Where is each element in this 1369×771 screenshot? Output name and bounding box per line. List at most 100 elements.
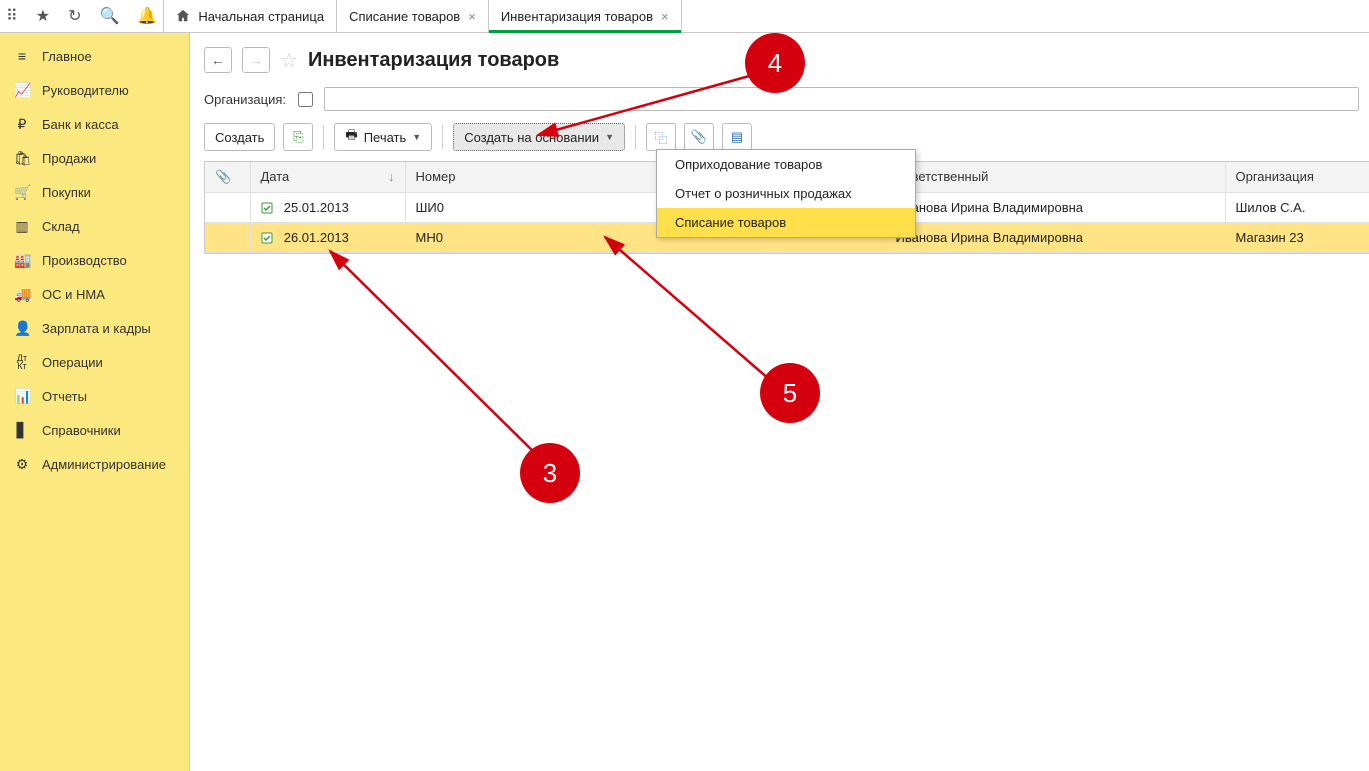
toolbar-separator — [442, 125, 443, 149]
org-input[interactable] — [324, 87, 1359, 111]
sidebar-item-label: Отчеты — [42, 389, 87, 404]
close-icon[interactable]: × — [468, 9, 476, 24]
chevron-down-icon: ▼ — [605, 132, 614, 142]
bell-icon[interactable]: 🔔 — [137, 6, 157, 26]
truck-icon: 🚚 — [14, 286, 30, 302]
sidebar-item-label: Покупки — [42, 185, 91, 200]
create-based-on-menu: Оприходование товаров Отчет о розничных … — [656, 149, 916, 238]
top-bar: ⠿ ★ ↻ 🔍 🔔 Начальная страница Списание то… — [0, 0, 1369, 33]
sidebar-item-label: Главное — [42, 49, 92, 64]
chart-icon: 📈 — [14, 82, 30, 98]
create-button[interactable]: Создать — [204, 123, 275, 151]
sidebar-item-catalogs[interactable]: ▋Справочники — [0, 413, 189, 447]
dkkt-icon: ДтКт — [14, 354, 30, 370]
menu-item-label: Отчет о розничных продажах — [675, 186, 852, 201]
col-header-org-label: Организация — [1236, 169, 1314, 184]
tab-home[interactable]: Начальная страница — [164, 0, 337, 32]
apps-icon[interactable]: ⠿ — [6, 6, 18, 26]
doc-posted-icon — [261, 232, 277, 244]
sidebar-item-bank[interactable]: ₽Банк и касса — [0, 107, 189, 141]
bag-icon: 🛍 — [14, 150, 30, 166]
cell-date: 25.01.2013 — [284, 200, 349, 215]
sidebar-item-sales[interactable]: 🛍 Продажи — [0, 141, 189, 175]
sidebar-item-label: Склад — [42, 219, 80, 234]
toolbar: Создать ⎘ 🖶Печать▼ Создать на основании▼… — [204, 123, 1369, 151]
col-header-clip[interactable]: 📎 — [205, 162, 250, 192]
menu-item-label: Списание товаров — [675, 215, 786, 230]
favorite-icon[interactable]: ★ — [36, 6, 50, 26]
sidebar-item-manager[interactable]: 📈Руководителю — [0, 73, 189, 107]
cart-icon: 🛒 — [14, 184, 30, 200]
sidebar-item-warehouse[interactable]: ▥Склад — [0, 209, 189, 243]
annotation-bubble-5: 5 — [760, 363, 820, 423]
close-icon[interactable]: × — [661, 9, 669, 24]
col-header-number-label: Номер — [416, 169, 456, 184]
menu-item-receipt[interactable]: Оприходование товаров — [657, 150, 915, 179]
sidebar-item-label: Администрирование — [42, 457, 166, 472]
sort-asc-icon: ↓ — [388, 169, 395, 184]
sidebar-item-label: Зарплата и кадры — [42, 321, 151, 336]
annotation-label: 4 — [768, 48, 782, 79]
toolbar-separator — [323, 125, 324, 149]
gear-icon: ⚙ — [14, 456, 30, 472]
create-based-on-label: Создать на основании — [464, 130, 599, 145]
related-docs-button[interactable]: ⿻ — [646, 123, 676, 151]
sidebar-item-hr[interactable]: 👤Зарплата и кадры — [0, 311, 189, 345]
sidebar-item-purchases[interactable]: 🛒 Покупки — [0, 175, 189, 209]
print-button[interactable]: 🖶Печать▼ — [334, 123, 432, 151]
cell-responsible: Иванова Ирина Владимировна — [885, 222, 1225, 252]
print-button-label: Печать — [364, 130, 407, 145]
col-header-responsible[interactable]: Ответственный — [885, 162, 1225, 192]
sidebar-item-reports[interactable]: 📊 Отчеты — [0, 379, 189, 413]
ruble-icon: ₽ — [14, 116, 30, 132]
home-icon — [176, 9, 190, 23]
org-label: Организация: — [204, 92, 286, 107]
paperclip-icon: 📎 — [691, 129, 707, 145]
sidebar-item-admin[interactable]: ⚙ Администрирование — [0, 447, 189, 481]
sidebar-item-assets[interactable]: 🚚 ОС и НМА — [0, 277, 189, 311]
favorite-star-icon[interactable]: ☆ — [280, 48, 298, 73]
tree-icon: ⿻ — [654, 128, 667, 147]
main-area: ← → ☆ Инвентаризация товаров Организация… — [190, 33, 1369, 771]
search-icon[interactable]: 🔍 — [99, 6, 119, 26]
annotation-label: 5 — [783, 378, 797, 409]
paperclip-icon: 📎 — [215, 169, 231, 184]
col-header-org[interactable]: Организация — [1225, 162, 1369, 192]
org-checkbox[interactable] — [298, 92, 313, 107]
sidebar-item-operations[interactable]: ДтКт Операции — [0, 345, 189, 379]
menu-icon: ≡ — [14, 48, 30, 64]
tab-home-label: Начальная страница — [198, 9, 324, 24]
toolbar-separator — [635, 125, 636, 149]
tab-writeoff-label: Списание товаров — [349, 9, 460, 24]
menu-item-writeoff[interactable]: Списание товаров — [657, 208, 915, 237]
list-settings-button[interactable]: ▤ — [722, 123, 752, 151]
tab-inventory[interactable]: Инвентаризация товаров × — [489, 0, 682, 32]
cell-date: 26.01.2013 — [284, 230, 349, 245]
history-icon[interactable]: ↻ — [68, 6, 81, 26]
sidebar-item-label: Производство — [42, 253, 127, 268]
menu-item-label: Оприходование товаров — [675, 157, 822, 172]
doc-posted-icon — [261, 202, 277, 214]
sidebar-item-production[interactable]: 🏭Производство — [0, 243, 189, 277]
chevron-down-icon: ▼ — [412, 132, 421, 142]
system-icons: ⠿ ★ ↻ 🔍 🔔 — [0, 0, 164, 32]
copy-button[interactable]: ⎘ — [283, 123, 313, 151]
tab-inventory-label: Инвентаризация товаров — [501, 9, 653, 24]
tabs-bar: Начальная страница Списание товаров × Ин… — [164, 0, 681, 32]
bars-icon: 📊 — [14, 388, 30, 404]
tab-writeoff[interactable]: Списание товаров × — [337, 0, 489, 32]
col-header-date-label: Дата — [261, 169, 290, 184]
sidebar-item-label: Продажи — [42, 151, 96, 166]
sidebar-item-label: ОС и НМА — [42, 287, 105, 302]
nav-back-button[interactable]: ← — [204, 47, 232, 73]
menu-item-retail-report[interactable]: Отчет о розничных продажах — [657, 179, 915, 208]
sidebar-item-label: Операции — [42, 355, 103, 370]
sidebar-item-main[interactable]: ≡ Главное — [0, 39, 189, 73]
nav-forward-button[interactable]: → — [242, 47, 270, 73]
annotation-bubble-4: 4 — [745, 33, 805, 93]
cell-org: Магазин 23 — [1225, 222, 1369, 252]
col-header-date[interactable]: Дата ↓ — [250, 162, 405, 192]
attach-button[interactable]: 📎 — [684, 123, 714, 151]
book-icon: ▋ — [14, 422, 30, 438]
create-based-on-button[interactable]: Создать на основании ▼ — [453, 123, 625, 151]
